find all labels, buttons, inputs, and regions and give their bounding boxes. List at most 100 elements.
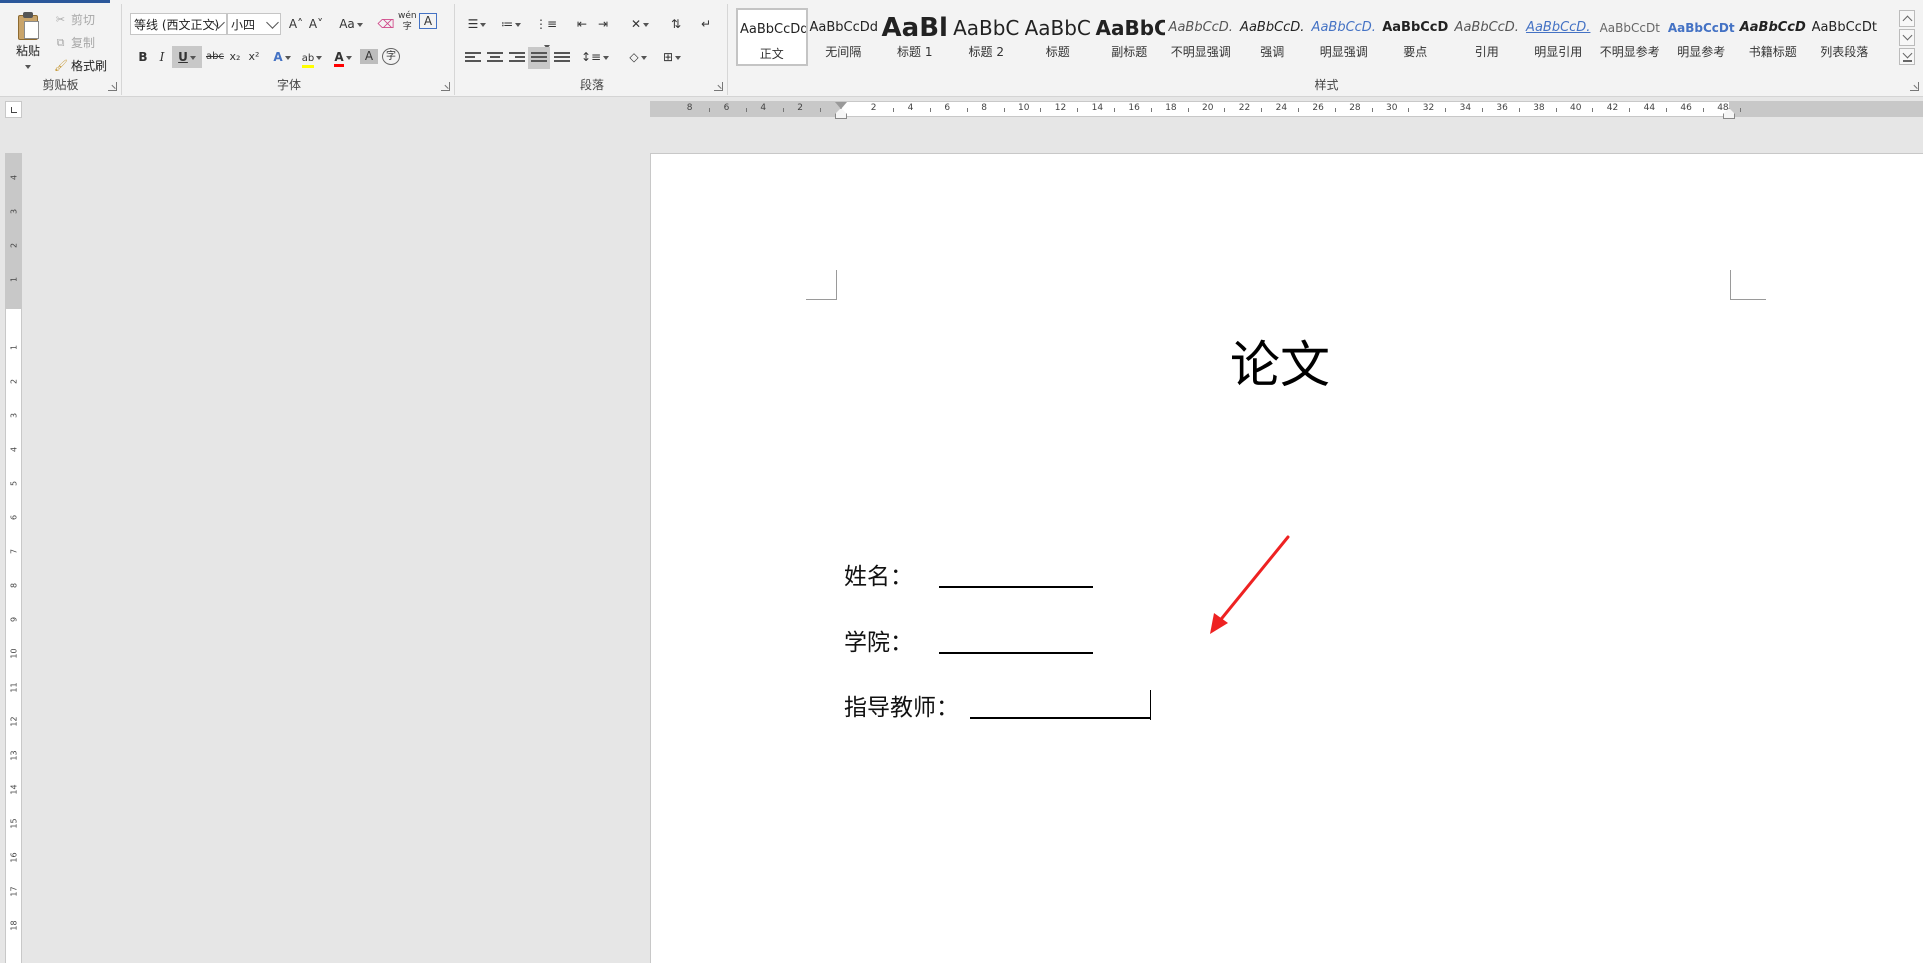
copy-button[interactable]: ⧉ 复制 [54,33,95,51]
phonetic-guide-button[interactable]: wén 字 [398,11,417,33]
format-painter-button[interactable]: 🖌 格式刷 [54,56,107,74]
paragraph-group-label: 段落 [579,78,604,92]
subscript-button[interactable]: x₂ [226,46,244,68]
college-blank[interactable] [939,652,1093,654]
font-name-combo[interactable]: 等线 (西文正文) [130,13,227,35]
align-left-icon[interactable] [465,52,481,66]
borders-button[interactable]: ⊞ [657,46,687,68]
gallery-more-icon[interactable] [1899,48,1915,65]
style-item[interactable]: AaBl 标题 1 [879,8,951,66]
style-item[interactable]: AaBbC 副标题 [1094,8,1166,66]
name-field[interactable]: 姓名： [844,557,1093,591]
style-item[interactable]: AaBbCcD. 强调 [1237,8,1309,66]
style-preview: AaBbC [953,16,1020,40]
gallery-up-icon[interactable] [1899,10,1915,27]
advisor-blank[interactable] [970,717,1150,719]
style-item[interactable]: AaBbC 标题 [1022,8,1094,66]
style-name: 明显强调 [1319,45,1368,59]
style-item[interactable]: AaBbCcD. 明显引用 [1523,8,1595,66]
char-border-button[interactable]: A [419,13,437,29]
change-case-label: Aa [339,17,355,31]
ruler-number: 8 [981,103,987,113]
bold-button[interactable]: B [134,46,152,68]
line-spacing-button[interactable]: ↕≡ [580,46,610,68]
font-size-value: 小四 [231,18,256,32]
first-line-indent-marker[interactable] [835,102,847,109]
numbering-button[interactable]: ≔ [497,13,525,35]
style-item[interactable]: AaBbCcD. 不明显强调 [1165,8,1237,66]
align-right-icon[interactable] [509,52,525,66]
ruler-number: 9 [9,616,19,623]
ruler-tick [1224,108,1226,112]
style-name: 标题 1 [897,45,933,59]
style-item[interactable]: AaBbCcDt 列表段落 [1809,8,1881,66]
superscript-button[interactable]: x² [245,46,263,68]
ruler-tick [1666,108,1667,112]
align-center-icon[interactable] [487,52,503,66]
italic-button[interactable]: I [153,46,171,68]
style-item[interactable]: AaBbCcDd 无间隔 [808,8,880,66]
name-blank[interactable] [939,586,1093,588]
styles-launcher-icon[interactable] [1910,82,1919,91]
style-item[interactable]: AaBbCcD 要点 [1380,8,1452,66]
style-item[interactable]: AaBbCcD. 引用 [1451,8,1523,66]
horizontal-ruler[interactable]: 8 6 4 2 2 4 6 8 10 12 14 16 18 20 22 24 26 28 30 32 34 36 38 40… [650,101,1923,119]
gallery-down-icon[interactable] [1899,29,1915,46]
style-item[interactable]: AaBbCcDt 不明显参考 [1594,8,1666,66]
underline-button[interactable]: U [172,46,202,68]
advisor-field[interactable]: 指导教师： [844,688,1151,722]
decrease-indent-button[interactable]: ⇤ [573,13,591,35]
ruler-number: 18 [9,920,19,931]
college-field[interactable]: 学院： [844,623,1093,657]
paste-button[interactable]: 粘贴 [10,8,46,69]
paste-icon [16,12,40,40]
style-preview: AaBbCcDt [1667,21,1735,35]
multilevel-list-button[interactable]: ⋮≡ [531,13,561,49]
ruler-tick [1298,108,1299,112]
change-case-button[interactable]: Aa [337,13,365,35]
ruler-number: 5 [9,480,19,487]
enclose-char-button[interactable]: 字 [382,48,400,65]
sort-button[interactable]: ⇅ [667,13,685,35]
ruler-number: 30 [1386,103,1398,113]
highlight-button[interactable]: ab [298,46,326,68]
chinese-layout-button[interactable]: ✕ [625,13,655,35]
font-size-combo[interactable]: 小四 [227,13,281,35]
char-shading-button[interactable]: A [360,49,378,64]
style-preview: AaBbCcD. [1454,20,1519,35]
style-preview: AaBbCcD [1739,20,1806,35]
ruler-number: 4 [760,103,767,113]
ruler-number: 32 [1422,103,1435,113]
document-title[interactable]: 论文 [1200,325,1360,397]
cut-button[interactable]: ✂ 剪切 [54,10,95,28]
distributed-icon[interactable] [554,52,570,66]
text-effects-button[interactable]: A [270,46,294,68]
font-color-button[interactable]: A [330,46,356,68]
style-preview: AaBl [881,13,948,43]
tab-selector-icon[interactable] [5,101,22,118]
shrink-font-button[interactable]: A˅ [307,13,325,35]
shading-button[interactable]: ◇ [623,46,653,68]
style-item[interactable]: AaBbC 标题 2 [951,8,1023,66]
style-item[interactable]: AaBbCcDt 明显参考 [1666,8,1738,66]
grow-font-button[interactable]: A˄ [287,13,305,35]
clipboard-launcher-icon[interactable] [108,82,117,91]
clear-format-button[interactable]: ⌫ [377,13,395,35]
style-item[interactable]: AaBbCcD 书籍标题 [1737,8,1809,66]
ruler-number: 6 [723,103,730,113]
ruler-number: 2 [870,103,877,113]
paragraph-launcher-icon[interactable] [714,82,723,91]
show-marks-button[interactable]: ↵ [697,13,715,35]
justify-button[interactable] [528,47,550,69]
ruler-number: 6 [944,103,951,113]
increase-indent-button[interactable]: ⇥ [594,13,612,35]
font-launcher-icon[interactable] [441,82,450,91]
paste-label: 粘贴 [15,44,40,58]
style-item[interactable]: AaBbCcDd 正文 [736,8,808,66]
style-item[interactable]: AaBbCcD. 明显强调 [1308,8,1380,66]
strikethrough-button[interactable]: abc [206,46,224,68]
style-preview: AaBbCcD. [1240,20,1305,35]
bullets-button[interactable]: ☰ [463,13,491,35]
ruler-tick [966,108,968,112]
vertical-ruler[interactable]: 4 3 2 1 1 2 3 4 5 6 7 8 9 10 11 12 13 14 15 16 17 18 [5,153,22,963]
